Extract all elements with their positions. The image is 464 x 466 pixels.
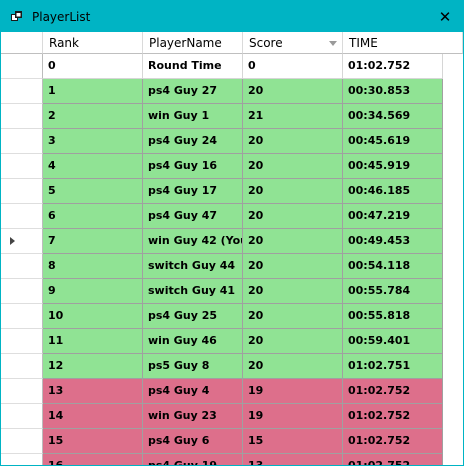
cell-score[interactable]: 13: [243, 454, 343, 465]
cell-time[interactable]: 00:45.919: [343, 154, 443, 179]
cell-rank[interactable]: 11: [43, 329, 143, 354]
row-header[interactable]: [1, 179, 43, 204]
cell-rank[interactable]: 8: [43, 254, 143, 279]
row-header[interactable]: [1, 404, 43, 429]
cell-player-name[interactable]: ps4 Guy 4: [143, 379, 243, 404]
row-header[interactable]: [1, 454, 43, 465]
cell-rank[interactable]: 16: [43, 454, 143, 465]
cell-time[interactable]: 01:02.752: [343, 54, 443, 79]
cell-score[interactable]: 20: [243, 179, 343, 204]
cell-time[interactable]: 00:46.185: [343, 179, 443, 204]
cell-player-name[interactable]: ps4 Guy 25: [143, 304, 243, 329]
row-header[interactable]: [1, 154, 43, 179]
cell-score[interactable]: 0: [243, 54, 343, 79]
row-header[interactable]: [1, 104, 43, 129]
cell-rank[interactable]: 0: [43, 54, 143, 79]
cell-player-name[interactable]: win Guy 46: [143, 329, 243, 354]
player-list-window: PlayerList ✕ Rank PlayerName Score TIME …: [0, 0, 464, 466]
cell-score[interactable]: 20: [243, 354, 343, 379]
cell-score[interactable]: 20: [243, 79, 343, 104]
cell-player-name[interactable]: ps5 Guy 8: [143, 354, 243, 379]
cell-rank[interactable]: 7: [43, 229, 143, 254]
cell-player-name[interactable]: switch Guy 41: [143, 279, 243, 304]
cell-time[interactable]: 01:02.752: [343, 404, 443, 429]
cell-player-name[interactable]: ps4 Guy 24: [143, 129, 243, 154]
cell-time[interactable]: 00:55.784: [343, 279, 443, 304]
row-header[interactable]: [1, 429, 43, 454]
column-header-player-name[interactable]: PlayerName: [143, 32, 243, 54]
cell-time[interactable]: 01:02.752: [343, 454, 443, 465]
cell-rank[interactable]: 14: [43, 404, 143, 429]
cell-rank[interactable]: 9: [43, 279, 143, 304]
cell-rank[interactable]: 15: [43, 429, 143, 454]
cell-player-name[interactable]: ps4 Guy 27: [143, 79, 243, 104]
title-bar[interactable]: PlayerList ✕: [1, 1, 463, 32]
cell-score[interactable]: 19: [243, 404, 343, 429]
cell-time[interactable]: 00:34.569: [343, 104, 443, 129]
app-window-icon: [11, 11, 22, 21]
cell-player-name[interactable]: switch Guy 44: [143, 254, 243, 279]
cell-time[interactable]: 00:55.818: [343, 304, 443, 329]
header-corner[interactable]: [1, 32, 43, 54]
cell-player-name[interactable]: win Guy 1: [143, 104, 243, 129]
cell-player-name[interactable]: ps4 Guy 17: [143, 179, 243, 204]
cell-player-name[interactable]: ps4 Guy 47: [143, 204, 243, 229]
cell-player-name[interactable]: Round Time: [143, 54, 243, 79]
window-title: PlayerList: [32, 10, 91, 24]
row-header[interactable]: [1, 229, 43, 254]
cell-time[interactable]: 01:02.752: [343, 429, 443, 454]
row-header[interactable]: [1, 304, 43, 329]
cell-time[interactable]: 01:02.752: [343, 379, 443, 404]
close-icon[interactable]: ✕: [435, 7, 455, 27]
cell-score[interactable]: 20: [243, 329, 343, 354]
column-header-score[interactable]: Score: [243, 32, 343, 54]
cell-player-name[interactable]: ps4 Guy 16: [143, 154, 243, 179]
row-header[interactable]: [1, 354, 43, 379]
row-header[interactable]: [1, 279, 43, 304]
cell-score[interactable]: 20: [243, 129, 343, 154]
cell-time[interactable]: 01:02.751: [343, 354, 443, 379]
row-header[interactable]: [1, 329, 43, 354]
cell-score[interactable]: 19: [243, 379, 343, 404]
cell-rank[interactable]: 2: [43, 104, 143, 129]
cell-time[interactable]: 00:47.219: [343, 204, 443, 229]
cell-time[interactable]: 00:45.619: [343, 129, 443, 154]
cell-rank[interactable]: 13: [43, 379, 143, 404]
cell-player-name[interactable]: win Guy 23: [143, 404, 243, 429]
column-header-time[interactable]: TIME: [343, 32, 463, 54]
row-header[interactable]: [1, 79, 43, 104]
cell-score[interactable]: 20: [243, 229, 343, 254]
cell-rank[interactable]: 5: [43, 179, 143, 204]
cell-score[interactable]: 20: [243, 304, 343, 329]
row-header[interactable]: [1, 129, 43, 154]
cell-rank[interactable]: 1: [43, 79, 143, 104]
cell-rank[interactable]: 12: [43, 354, 143, 379]
cell-player-name[interactable]: ps4 Guy 19: [143, 454, 243, 465]
row-header[interactable]: [1, 254, 43, 279]
column-header-score-label: Score: [249, 36, 283, 50]
cell-rank[interactable]: 6: [43, 204, 143, 229]
cell-score[interactable]: 15: [243, 429, 343, 454]
cell-score[interactable]: 20: [243, 154, 343, 179]
cell-rank[interactable]: 3: [43, 129, 143, 154]
cell-score[interactable]: 20: [243, 254, 343, 279]
current-row-arrow-icon: [10, 237, 15, 245]
cell-time[interactable]: 00:54.118: [343, 254, 443, 279]
player-table: Rank PlayerName Score TIME 0 Round Time 0 0…: [1, 32, 463, 465]
cell-time[interactable]: 00:30.853: [343, 79, 443, 104]
cell-player-name[interactable]: ps4 Guy 6: [143, 429, 243, 454]
cell-score[interactable]: 21: [243, 104, 343, 129]
cell-time[interactable]: 00:59.401: [343, 329, 443, 354]
cell-player-name[interactable]: win Guy 42 (You): [143, 229, 243, 254]
row-header[interactable]: [1, 54, 43, 79]
column-header-rank[interactable]: Rank: [43, 32, 143, 54]
row-header[interactable]: [1, 204, 43, 229]
cell-time[interactable]: 00:49.453: [343, 229, 443, 254]
row-header[interactable]: [1, 379, 43, 404]
sort-descending-icon: [329, 41, 337, 46]
cell-score[interactable]: 20: [243, 204, 343, 229]
cell-score[interactable]: 20: [243, 279, 343, 304]
cell-rank[interactable]: 4: [43, 154, 143, 179]
cell-rank[interactable]: 10: [43, 304, 143, 329]
